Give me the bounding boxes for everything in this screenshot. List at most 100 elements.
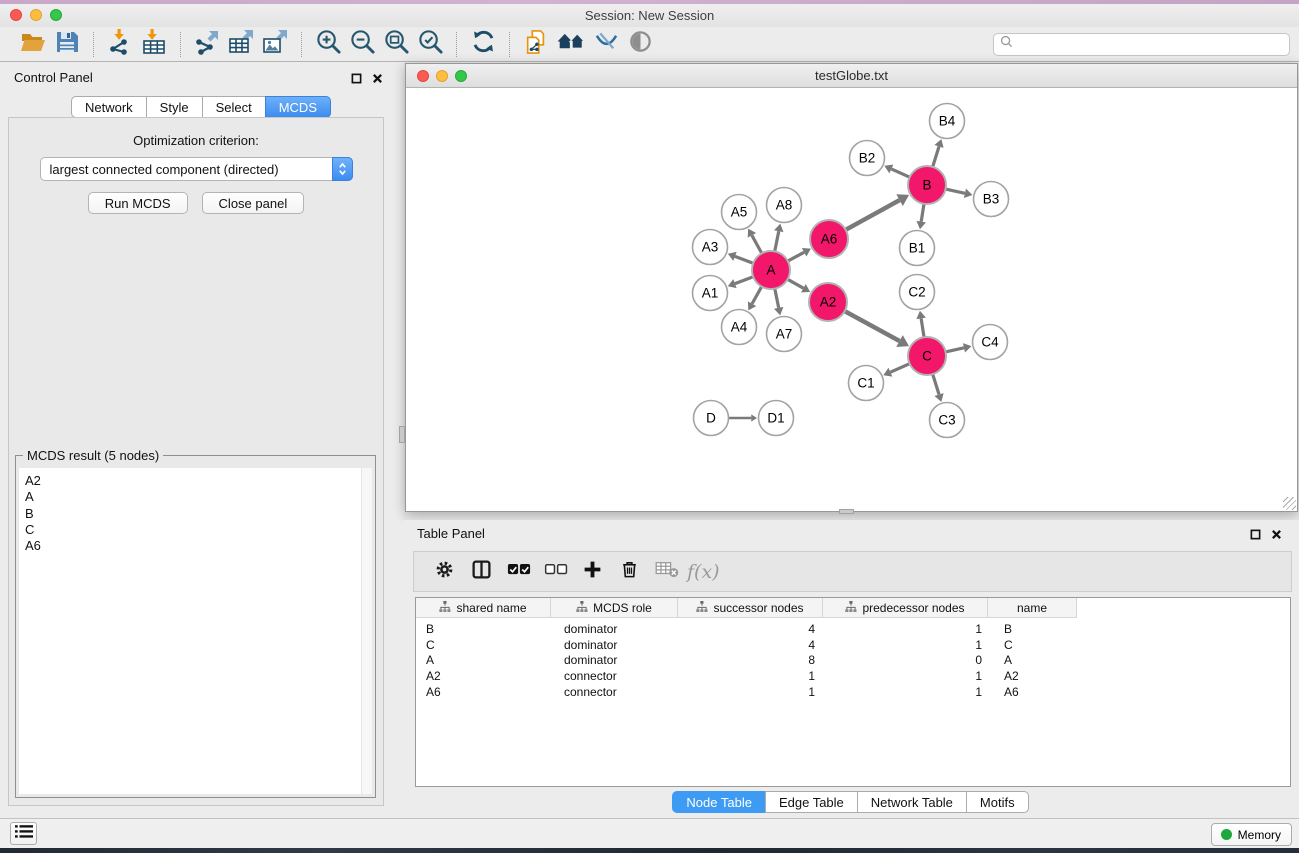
graph-node-B3[interactable]: B3 [974,182,1009,217]
select-all-button[interactable] [500,563,537,581]
tab-edge-table[interactable]: Edge Table [765,791,858,813]
import-network-button[interactable] [106,29,134,59]
save-session-button[interactable] [53,29,81,59]
graph-edge-B-B1[interactable] [921,204,924,222]
close-panel-icon[interactable] [372,71,383,89]
zoom-selected-button[interactable] [416,29,444,59]
add-column-button[interactable] [574,559,611,585]
close-window-button[interactable] [10,9,22,21]
graph-node-C2[interactable]: C2 [900,275,935,310]
graph-edge-A-A7[interactable] [775,289,779,308]
minimize-window-button[interactable] [30,9,42,21]
close-panel-button[interactable]: Close panel [202,192,305,214]
fullscreen-window-button[interactable] [50,9,62,21]
hide-selected-button[interactable] [592,29,620,59]
table-row[interactable]: Cdominator41C [416,637,1290,653]
graph-node-A3[interactable]: A3 [693,230,728,265]
criterion-dropdown[interactable]: largest connected component (directed) [40,157,353,181]
result-scrollbar[interactable] [361,468,372,794]
table-row[interactable]: A6connector11A6 [416,684,1290,700]
birdseye-button[interactable] [626,29,654,59]
close-table-panel-icon[interactable] [1271,527,1282,545]
graph-edge-C-C4[interactable] [946,348,964,352]
mcds-result-item[interactable]: A [25,489,372,505]
graph-edge-C-C3[interactable] [933,374,939,394]
network-graph[interactable]: B4B2BB3A8A5A6A3B1AA1C2A2A4A7CC4C1C3DD1 [406,89,1297,511]
graph-edge-A-A4[interactable] [752,287,762,304]
delete-table-button[interactable] [648,560,685,583]
search-input[interactable] [1018,37,1283,51]
graph-node-D[interactable]: D [694,401,729,436]
resize-grip-icon[interactable] [1283,497,1296,510]
mcds-result-list[interactable]: A2ABCA6 [19,468,372,794]
table-row[interactable]: Adominator80A [416,653,1290,669]
graph-edge-A-A8[interactable] [775,231,779,251]
tab-node-table[interactable]: Node Table [672,791,766,813]
tab-select[interactable]: Select [202,96,266,118]
search-field[interactable] [993,33,1290,56]
graph-node-A2[interactable]: A2 [809,283,847,321]
column-header-successor-nodes[interactable]: successor nodes [678,598,823,618]
graph-edge-C-C2[interactable] [921,318,924,337]
zoom-in-button[interactable] [314,29,342,59]
export-image-button[interactable] [261,29,289,59]
delete-columns-button[interactable] [611,559,648,585]
table-row[interactable]: A2connector11A2 [416,668,1290,684]
graph-node-B1[interactable]: B1 [900,231,935,266]
graph-node-C1[interactable]: C1 [849,366,884,401]
tab-network[interactable]: Network [71,96,147,118]
table-settings-button[interactable] [426,559,463,585]
export-network-button[interactable] [193,29,221,59]
mcds-result-item[interactable]: C [25,522,372,538]
column-header-mcds-role[interactable]: MCDS role [551,598,678,618]
import-table-button[interactable] [140,29,168,59]
graph-edge-B-B3[interactable] [946,189,965,193]
function-builder-button[interactable]: f(x) [687,561,720,583]
tab-mcds[interactable]: MCDS [265,96,331,118]
graph-edge-A2-C[interactable] [845,311,900,341]
refresh-button[interactable] [469,29,497,59]
graph-edge-C-C1[interactable] [890,364,909,373]
mcds-result-item[interactable]: B [25,506,372,522]
graph-node-A1[interactable]: A1 [693,276,728,311]
show-column-button[interactable] [463,559,500,585]
graph-node-A5[interactable]: A5 [722,195,757,230]
run-mcds-button[interactable]: Run MCDS [88,192,188,214]
network-canvas[interactable]: B4B2BB3A8A5A6A3B1AA1C2A2A4A7CC4C1C3DD1 [406,89,1297,511]
graph-node-A[interactable]: A [752,251,790,289]
open-session-button[interactable] [19,29,47,59]
memory-button[interactable]: Memory [1211,823,1292,846]
table-row[interactable]: Bdominator41B [416,621,1290,637]
float-table-panel-icon[interactable] [1250,527,1261,545]
column-header-shared-name[interactable]: shared name [416,598,551,618]
network-minimize-button[interactable] [436,70,448,82]
tab-network-table[interactable]: Network Table [857,791,967,813]
graph-node-A8[interactable]: A8 [767,188,802,223]
deselect-all-button[interactable] [537,563,574,581]
graph-node-D1[interactable]: D1 [759,401,794,436]
graph-node-A4[interactable]: A4 [722,310,757,345]
graph-edge-B-B2[interactable] [891,169,909,177]
graph-edge-A-A2[interactable] [788,279,804,288]
vertical-scroll-thumb[interactable] [399,426,405,443]
graph-edge-A-A1[interactable] [735,277,753,284]
show-all-button[interactable] [556,29,586,59]
zoom-out-button[interactable] [348,29,376,59]
graph-node-C[interactable]: C [908,337,946,375]
graph-node-A6[interactable]: A6 [810,220,848,258]
graph-node-C3[interactable]: C3 [930,403,965,438]
column-header-name[interactable]: name [988,598,1077,618]
graph-node-A7[interactable]: A7 [767,317,802,352]
mcds-result-item[interactable]: A2 [25,473,372,489]
graph-edge-A-A6[interactable] [788,252,804,261]
mcds-result-item[interactable]: A6 [25,538,372,554]
graph-edge-B-B4[interactable] [933,146,939,166]
tab-motifs[interactable]: Motifs [966,791,1029,813]
export-table-button[interactable] [227,29,255,59]
network-zoom-button[interactable] [455,70,467,82]
column-header-predecessor-nodes[interactable]: predecessor nodes [823,598,988,618]
graph-node-C4[interactable]: C4 [973,325,1008,360]
zoom-fit-button[interactable] [382,29,410,59]
horizontal-scroll-thumb[interactable] [839,509,854,514]
tab-style[interactable]: Style [146,96,203,118]
